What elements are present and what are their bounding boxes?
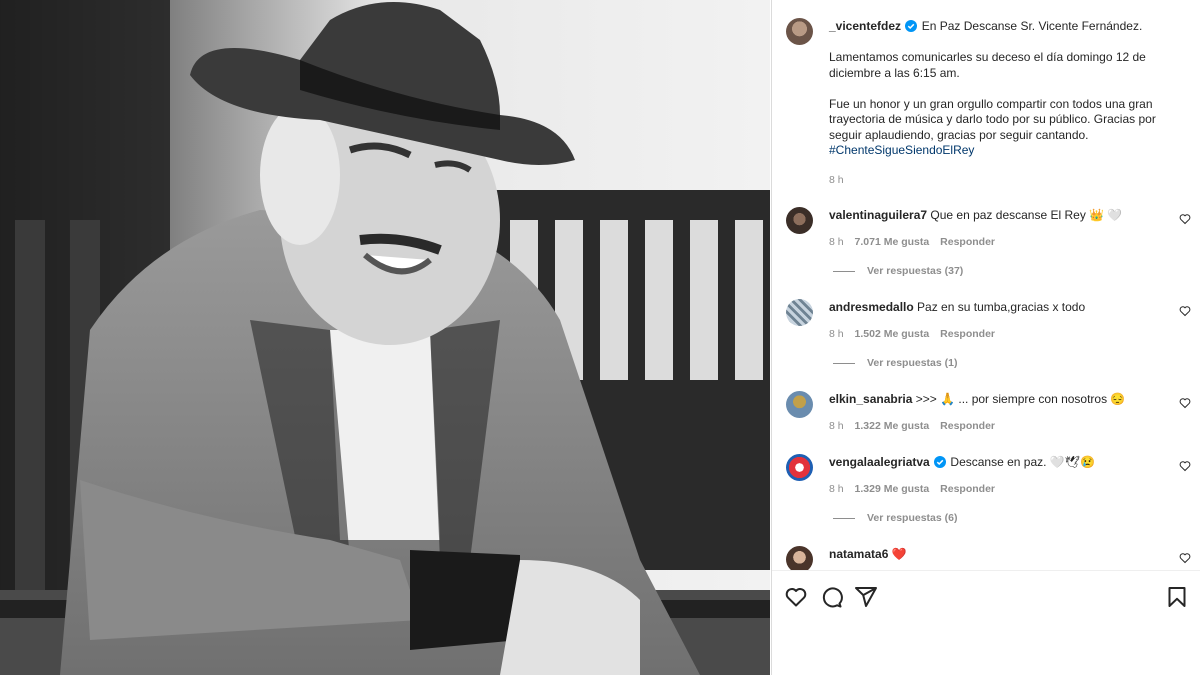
comment-text: Paz en su tumba,gracias x todo — [917, 300, 1086, 314]
like-comment-icon[interactable] — [1179, 397, 1191, 409]
comment-text: >>> 🙏 ... por siempre con nosotros 😔 — [915, 392, 1126, 406]
comment-text: Que en paz descanse El Rey 👑 🤍 — [930, 208, 1123, 222]
verified-icon — [905, 20, 918, 32]
comment-meta: 8 h 1.502 Me gusta Responder — [829, 328, 1003, 340]
photo-illustration — [0, 0, 770, 675]
comment-username[interactable]: elkin_sanabria — [829, 392, 912, 406]
like-icon[interactable] — [784, 585, 808, 609]
like-comment-icon[interactable] — [1179, 305, 1191, 317]
comment-time[interactable]: 8 h — [829, 236, 844, 248]
comment-row: vengalaalegriatva Descanse en paz. 🤍🕊😢 — [829, 455, 1095, 469]
comment-avatar[interactable] — [786, 299, 813, 326]
verified-icon — [934, 456, 947, 468]
reply-button[interactable]: Responder — [940, 236, 995, 248]
caption-paragraph-2: Fue un honor y un gran orgullo compartir… — [829, 96, 1156, 142]
comment-avatar[interactable] — [786, 207, 813, 234]
comment-meta: 8 h 7.071 Me gusta Responder — [829, 236, 1003, 248]
like-comment-icon[interactable] — [1179, 213, 1191, 225]
comment-row: elkin_sanabria >>> 🙏 ... por siempre con… — [829, 392, 1125, 406]
comment-time[interactable]: 8 h — [829, 328, 844, 340]
comment-avatar[interactable] — [786, 391, 813, 418]
comment-meta: 8 h 1.329 Me gusta Responder — [829, 483, 1003, 495]
comment-time[interactable]: 8 h — [829, 483, 844, 495]
save-icon[interactable] — [1165, 585, 1189, 609]
reply-button[interactable]: Responder — [940, 328, 995, 340]
view-replies-button[interactable]: Ver respuestas (6) — [833, 512, 957, 524]
reply-button[interactable]: Responder — [940, 483, 995, 495]
comment-avatar[interactable] — [786, 546, 813, 570]
comment-likes[interactable]: 1.502 Me gusta — [855, 328, 930, 340]
comment-row: andresmedallo Paz en su tumba,gracias x … — [829, 300, 1085, 314]
comments-feed[interactable]: _vicentefdez En Paz Descanse Sr. Vicente… — [772, 0, 1200, 570]
comment-meta: 8 h 1.322 Me gusta Responder — [829, 420, 1003, 432]
post-time[interactable]: 8 h — [829, 174, 852, 186]
reply-button[interactable]: Responder — [940, 420, 995, 432]
view-replies-button[interactable]: Ver respuestas (37) — [833, 265, 963, 277]
comment-avatar[interactable] — [786, 454, 813, 481]
author-username[interactable]: _vicentefdez — [829, 19, 901, 33]
post-photo[interactable] — [0, 0, 770, 675]
comment-text: ❤️ — [891, 547, 907, 561]
like-comment-icon[interactable] — [1179, 552, 1191, 564]
caption-title: En Paz Descanse Sr. Vicente Fernández. — [921, 19, 1143, 33]
comment-text: Descanse en paz. 🤍🕊😢 — [950, 455, 1095, 469]
share-icon[interactable] — [854, 585, 878, 609]
comment-username[interactable]: natamata6 — [829, 547, 888, 561]
view-replies-button[interactable]: Ver respuestas (1) — [833, 357, 957, 369]
comment-username[interactable]: vengalaalegriatva — [829, 455, 930, 469]
like-comment-icon[interactable] — [1179, 460, 1191, 472]
hashtag-link[interactable]: #ChenteSigueSiendoElRey — [829, 143, 974, 157]
post-caption: _vicentefdez En Paz Descanse Sr. Vicente… — [829, 19, 1169, 159]
comment-likes[interactable]: 1.329 Me gusta — [855, 483, 930, 495]
comment-username[interactable]: andresmedallo — [829, 300, 914, 314]
post-sidebar: _vicentefdez En Paz Descanse Sr. Vicente… — [771, 0, 1200, 675]
author-avatar[interactable] — [786, 18, 813, 45]
comment-row: natamata6 ❤️ — [829, 547, 907, 561]
comment-username[interactable]: valentinaguilera7 — [829, 208, 927, 222]
action-bar — [772, 570, 1200, 675]
comment-icon[interactable] — [819, 585, 843, 609]
comment-likes[interactable]: 1.322 Me gusta — [855, 420, 930, 432]
comment-likes[interactable]: 7.071 Me gusta — [855, 236, 930, 248]
comment-row: valentinaguilera7 Que en paz descanse El… — [829, 208, 1122, 222]
comment-time[interactable]: 8 h — [829, 420, 844, 432]
caption-paragraph-1: Lamentamos comunicarles su deceso el día… — [829, 50, 1146, 80]
